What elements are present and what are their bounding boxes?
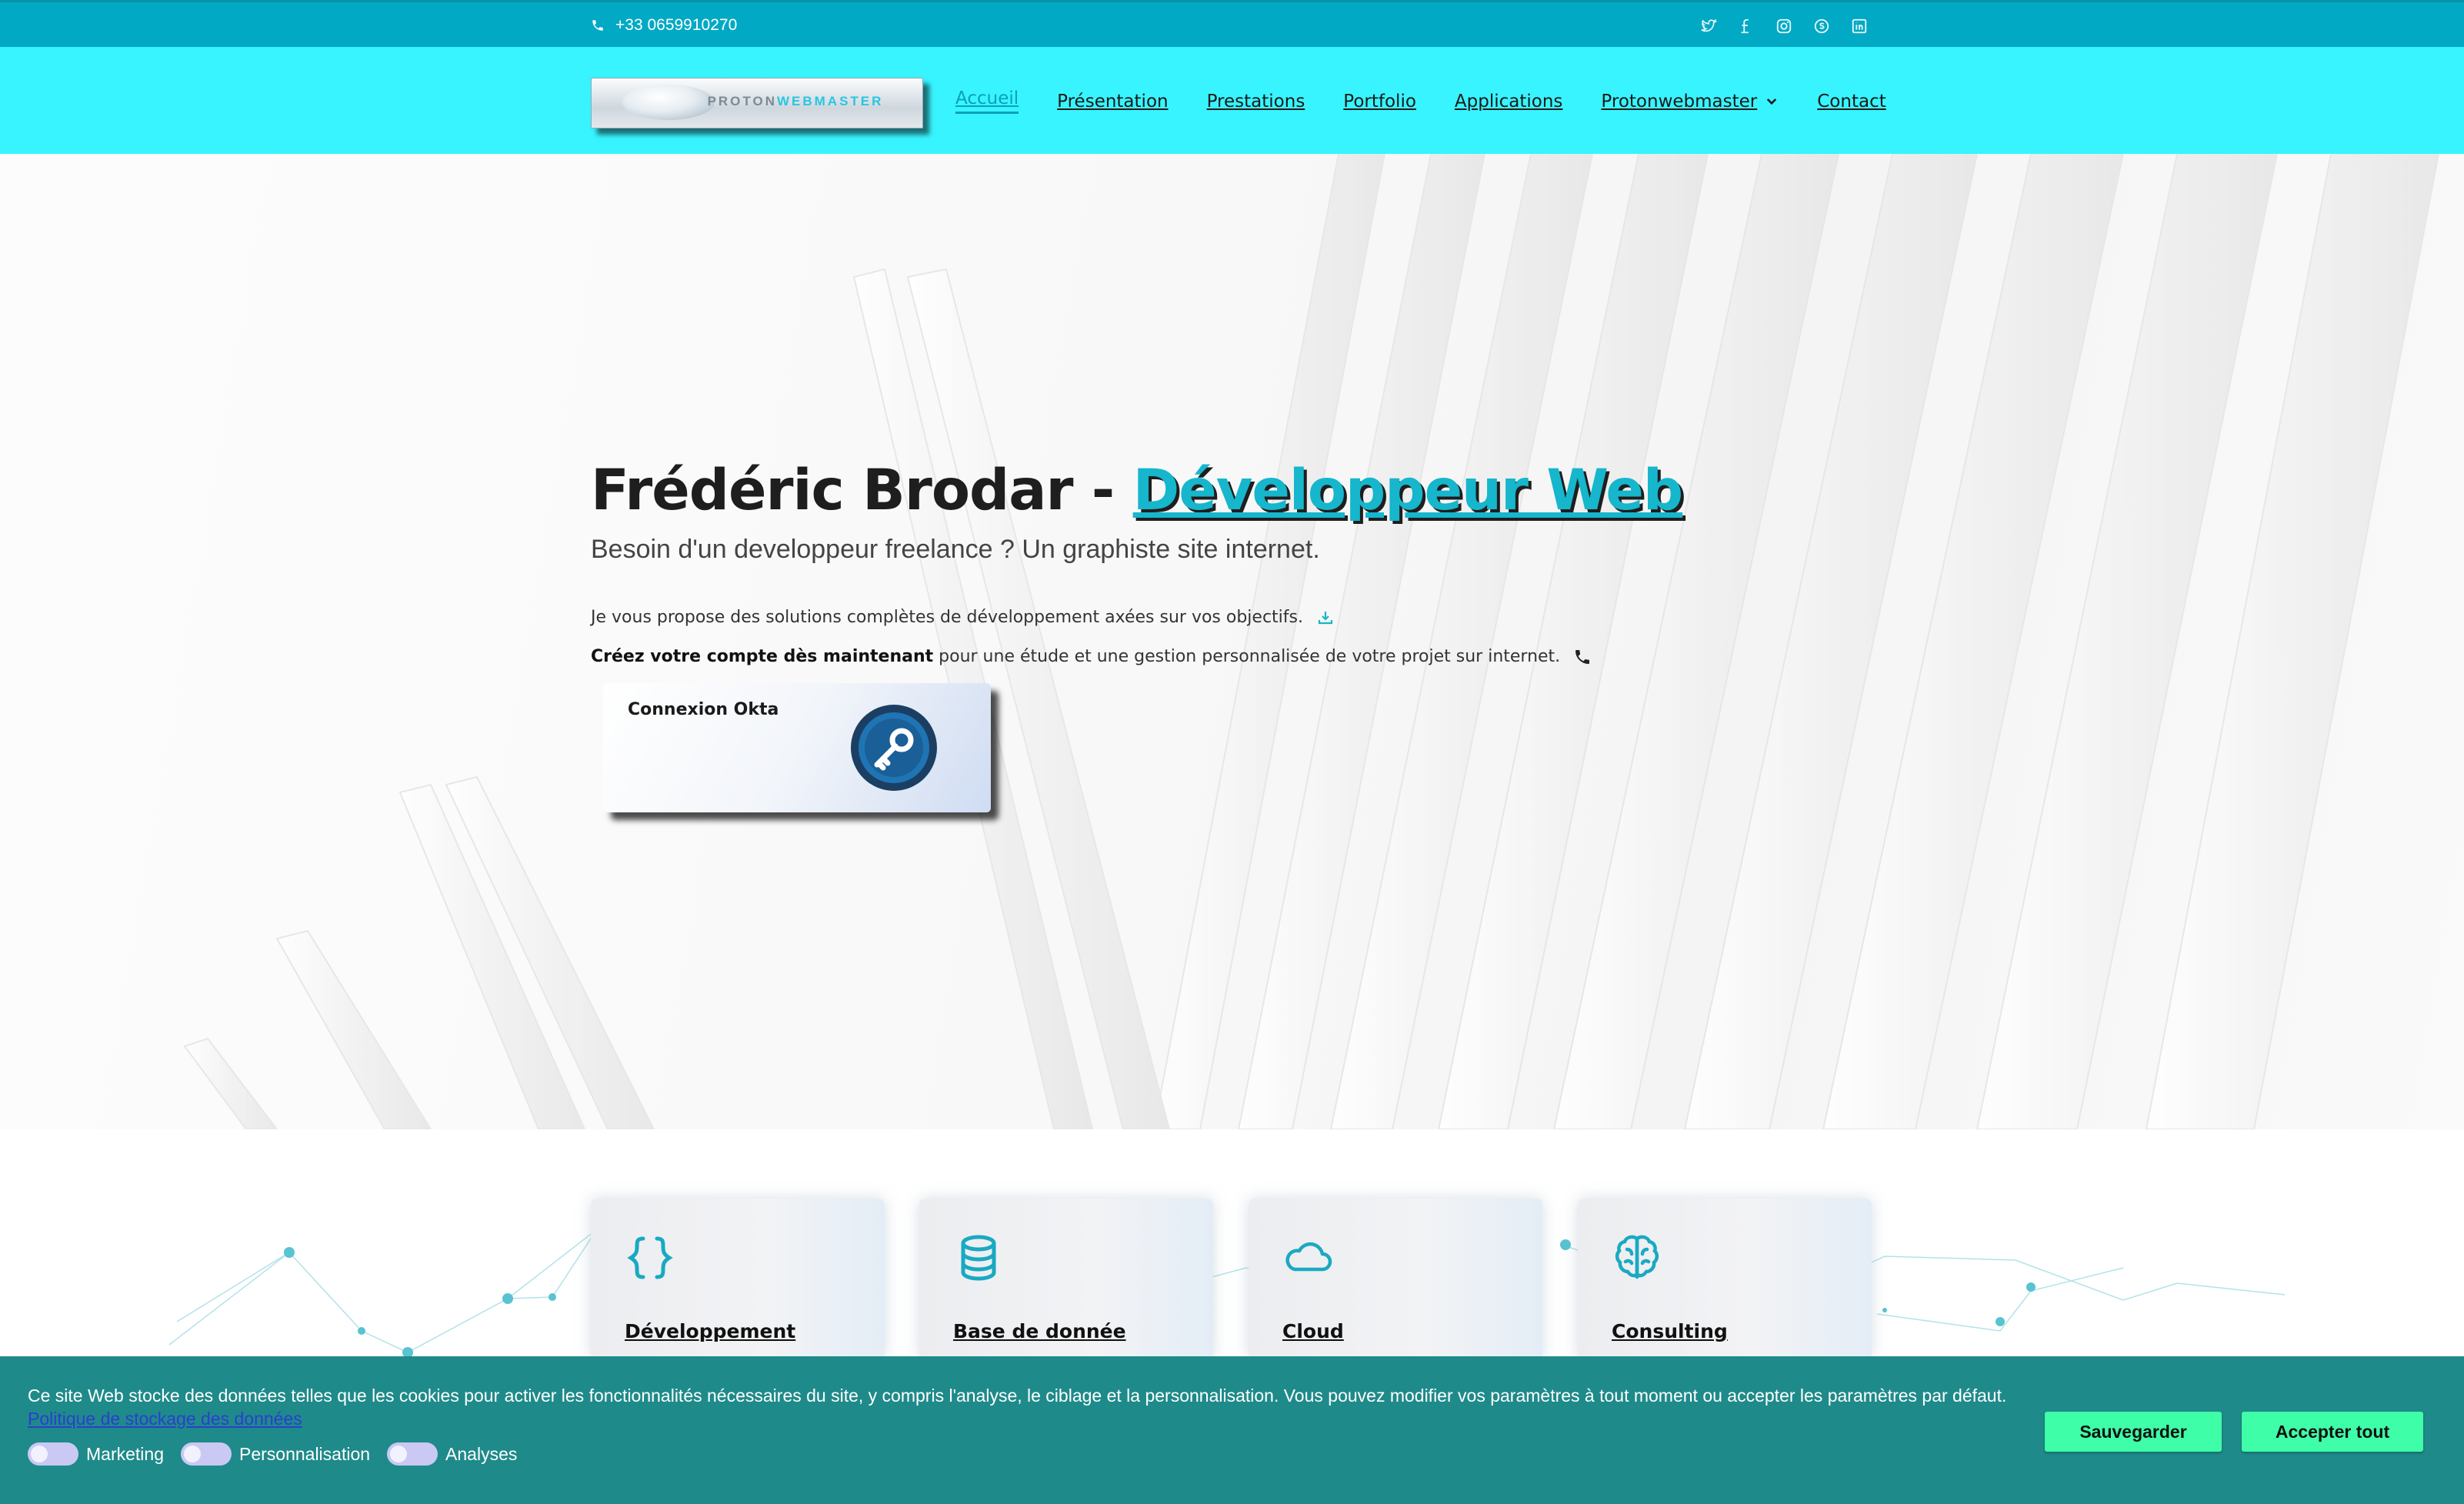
- personnalisation-toggle[interactable]: [180, 1442, 232, 1466]
- hero-intro-line: Je vous propose des solutions complètes …: [591, 608, 1335, 627]
- database-icon: [961, 1235, 996, 1281]
- service-card-consulting[interactable]: Consulting: [1578, 1199, 1872, 1360]
- facebook-icon[interactable]: [1738, 18, 1755, 35]
- marketing-toggle[interactable]: [28, 1442, 78, 1466]
- skype-icon[interactable]: [1813, 18, 1830, 35]
- service-title: Cloud: [1282, 1320, 1344, 1342]
- cookie-message-text: Ce site Web stocke des données telles qu…: [28, 1386, 2007, 1406]
- phone-icon[interactable]: [1573, 648, 1592, 666]
- network-background: [168, 1212, 2286, 1358]
- site-header: PROTONWEBMASTER Accueil Présentation Pre…: [0, 47, 2464, 154]
- nav-protonwebmaster[interactable]: Protonwebmaster: [1601, 88, 1779, 114]
- service-card-developpement[interactable]: Développement: [591, 1199, 885, 1360]
- save-button[interactable]: Sauvegarder: [2045, 1412, 2222, 1452]
- linkedin-icon[interactable]: [1851, 18, 1868, 35]
- phone-contact[interactable]: +33 0659910270: [591, 16, 737, 35]
- okta-login-label: Connexion Okta: [628, 700, 779, 719]
- hero-cta-text: pour une étude et une gestion personnali…: [933, 647, 1561, 666]
- marketing-toggle-label: Marketing: [86, 1443, 164, 1464]
- nav-contact[interactable]: Contact: [1817, 88, 1886, 114]
- hero-cta-bold: Créez votre compte dès maintenant: [591, 647, 934, 666]
- site-logo[interactable]: PROTONWEBMASTER: [591, 78, 923, 128]
- nav-applications[interactable]: Applications: [1455, 88, 1563, 114]
- analyses-toggle-label: Analyses: [445, 1443, 518, 1464]
- hero-title-highlight[interactable]: Développeur Web: [1133, 458, 1683, 523]
- code-braces-icon: [627, 1236, 673, 1279]
- download-icon[interactable]: [1316, 609, 1335, 627]
- hero-section: Frédéric Brodar - Développeur Web Besoin…: [0, 154, 2464, 1129]
- service-card-base-de-donnee[interactable]: Base de donnée: [919, 1199, 1213, 1360]
- hero-title: Frédéric Brodar - Développeur Web: [591, 458, 1683, 523]
- accept-all-button[interactable]: Accepter tout: [2242, 1412, 2423, 1452]
- cookie-banner: Ce site Web stocke des données telles qu…: [0, 1356, 2464, 1504]
- twitter-icon[interactable]: [1700, 18, 1717, 35]
- social-links: [1700, 18, 1868, 35]
- top-bar: +33 0659910270: [0, 0, 2464, 47]
- logo-text: PROTONWEBMASTER: [707, 94, 884, 108]
- hero-title-name: Frédéric Brodar -: [591, 458, 1133, 523]
- nav-presentation[interactable]: Présentation: [1057, 88, 1168, 114]
- key-icon: [851, 705, 937, 791]
- okta-login-button[interactable]: Connexion Okta: [603, 683, 991, 812]
- cookie-message: Ce site Web stocke des données telles qu…: [28, 1384, 2028, 1430]
- hero-cta-line: Créez votre compte dès maintenant pour u…: [591, 647, 1592, 666]
- nav-accueil[interactable]: Accueil: [955, 88, 1019, 114]
- hero-subtitle: Besoin d'un developpeur freelance ? Un g…: [591, 535, 1320, 564]
- phone-icon: [592, 20, 603, 31]
- cookie-toggles: Marketing Personnalisation Analyses: [28, 1442, 526, 1466]
- cookie-policy-link[interactable]: Politique de stockage des données: [28, 1409, 302, 1429]
- main-nav: Accueil Présentation Prestations Portfol…: [955, 88, 1886, 114]
- nav-prestations[interactable]: Prestations: [1207, 88, 1305, 114]
- personnalisation-toggle-label: Personnalisation: [238, 1443, 371, 1464]
- hero-intro-text: Je vous propose des solutions complètes …: [591, 608, 1303, 627]
- chevron-down-icon: [1767, 98, 1777, 105]
- cloud-icon: [1285, 1242, 1332, 1272]
- service-title: Consulting: [1612, 1320, 1728, 1342]
- service-card-cloud[interactable]: Cloud: [1249, 1199, 1542, 1360]
- instagram-icon[interactable]: [1775, 18, 1792, 35]
- service-title: Base de donnée: [953, 1320, 1126, 1342]
- hero-background-architecture: [0, 154, 2464, 1129]
- analyses-toggle[interactable]: [387, 1442, 438, 1466]
- brain-icon: [1615, 1235, 1659, 1279]
- phone-number: +33 0659910270: [615, 16, 738, 34]
- service-title: Développement: [625, 1320, 796, 1342]
- nav-portfolio[interactable]: Portfolio: [1343, 88, 1416, 114]
- nav-protonwebmaster-label: Protonwebmaster: [1601, 91, 1758, 112]
